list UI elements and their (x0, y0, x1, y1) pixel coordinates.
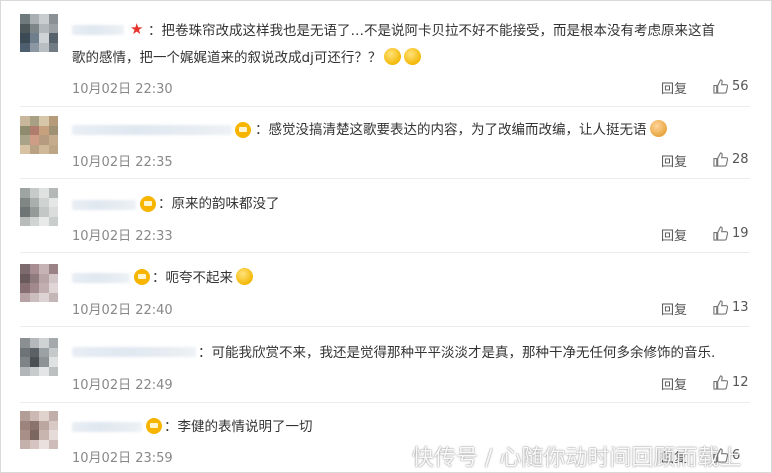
username[interactable] (72, 273, 130, 283)
avatar[interactable] (20, 264, 58, 302)
comment-time: 10月02日 22:30 (72, 82, 173, 97)
thumbs-up-icon (713, 300, 728, 315)
smile-emoji-icon (404, 48, 422, 65)
divider (20, 178, 750, 179)
reply-button[interactable]: 回复 (661, 225, 687, 244)
comment-text: ：感觉没搞清楚这歌要表达的内容，为了改编而改编，让人挺无语 (255, 119, 667, 141)
comment-time: 10月02日 22:40 (72, 303, 173, 318)
comment-text: ：把卷珠帘改成这样我也是无语了…不是说阿卡贝拉不好不能接受，而是根本没有考虑原来… (148, 23, 715, 39)
username[interactable] (72, 422, 142, 432)
avatar[interactable] (20, 188, 58, 226)
like-count: 19 (732, 226, 749, 241)
vip-crown-icon (235, 122, 251, 138)
watermark-text: 快传号 / 心随你动时间回顾而载上 (412, 446, 742, 471)
comment-time: 10月02日 23:59 (72, 451, 173, 466)
username[interactable] (72, 125, 232, 135)
reply-button[interactable]: 回复 (661, 78, 687, 97)
like-button[interactable]: 28 (713, 152, 749, 167)
avatar[interactable] (20, 411, 58, 449)
vip-crown-icon (140, 196, 156, 212)
divider (20, 326, 750, 327)
reply-button[interactable]: 回复 (661, 151, 687, 170)
divider (20, 106, 750, 107)
comment-time: 10月02日 22:35 (72, 155, 173, 170)
like-button[interactable]: 12 (713, 375, 749, 390)
like-count: 56 (732, 79, 749, 94)
thumbs-up-icon (713, 152, 728, 167)
like-count: 13 (732, 300, 749, 315)
comment-text: ：呃夸不起来 (152, 267, 253, 289)
username[interactable] (72, 25, 124, 35)
vip-crown-icon (134, 269, 150, 285)
smile-emoji-icon (384, 48, 402, 65)
thumbs-up-icon (713, 226, 728, 241)
like-count: 12 (732, 375, 749, 390)
laugh-cry-emoji-icon (236, 268, 253, 285)
username[interactable] (72, 200, 136, 210)
divider (20, 252, 750, 253)
like-button[interactable]: 19 (713, 226, 749, 241)
like-count: 28 (732, 152, 749, 167)
avatar[interactable] (20, 116, 58, 154)
comment-time: 10月02日 22:49 (72, 378, 173, 393)
comment-time: 10月02日 22:33 (72, 229, 173, 244)
like-button[interactable]: 13 (713, 300, 749, 315)
thumbs-up-icon (713, 79, 728, 94)
frown-emoji-icon (649, 120, 667, 137)
username[interactable] (72, 347, 196, 357)
thumbs-up-icon (713, 375, 728, 390)
comment-text: ：可能我欣赏不来，我还是觉得那种平平淡淡才是真，那种干净无任何多余修饰的音乐. (198, 345, 716, 361)
avatar[interactable] (20, 14, 58, 52)
star-icon: ★ (130, 20, 144, 38)
reply-button[interactable]: 回复 (661, 299, 687, 318)
comment-text: ：原来的韵味都没了 (158, 196, 280, 212)
divider (20, 402, 750, 403)
like-button[interactable]: 56 (713, 79, 749, 94)
avatar[interactable] (20, 338, 58, 376)
comment-text-continued: 歌的感情，把一个娓娓道来的叙说改成dj可还行？？ (72, 47, 422, 69)
vip-crown-icon (146, 418, 162, 434)
comment-text: ：李健的表情说明了一切 (164, 419, 313, 435)
reply-button[interactable]: 回复 (661, 374, 687, 393)
